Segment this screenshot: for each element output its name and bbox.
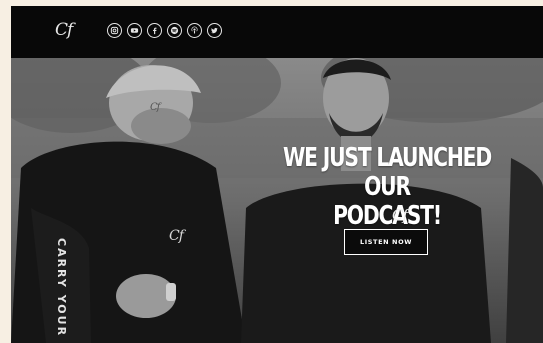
headline-line-2: PODCAST! (333, 201, 442, 231)
hero-headline: WE JUST LAUNCHED OUR PODCAST! (265, 144, 508, 231)
twitter-icon[interactable] (207, 23, 222, 38)
cap-logo: Cf (150, 102, 160, 113)
headline-line-1: WE JUST LAUNCHED OUR (282, 143, 492, 202)
sleeve-text: CARRY YOUR (55, 238, 68, 338)
instagram-icon[interactable] (107, 23, 122, 38)
hero-banner: Cf Cf WE JUST LAUNCHED OUR PODCAST! Cf L… (11, 58, 543, 343)
signature-logo: Cf (392, 206, 408, 224)
youtube-icon[interactable] (127, 23, 142, 38)
website-frame: Cf Cf Cf WE JUST LAUNCHED OUR PODCAST! C… (11, 6, 543, 343)
brand-logo[interactable]: Cf (55, 20, 73, 40)
listen-now-button[interactable]: LISTEN NOW (344, 229, 428, 255)
spotify-icon[interactable] (167, 23, 182, 38)
facebook-icon[interactable] (147, 23, 162, 38)
social-icons-row (107, 23, 222, 38)
podcast-icon[interactable] (187, 23, 202, 38)
chest-logo: Cf (169, 228, 184, 244)
top-navigation-bar: Cf (11, 6, 543, 58)
